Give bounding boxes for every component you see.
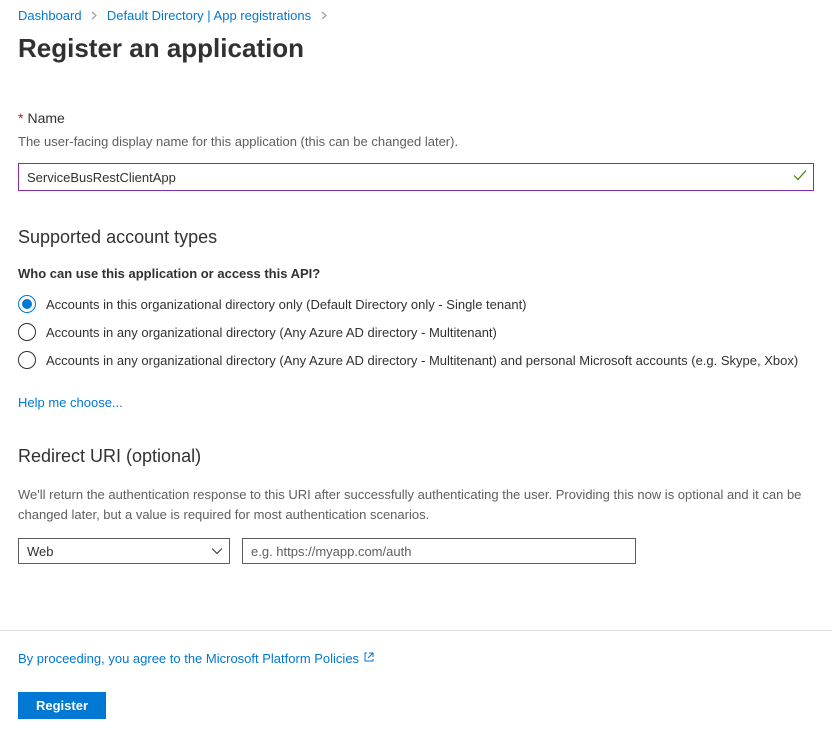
name-input-wrap <box>18 163 814 191</box>
radio-label: Accounts in any organizational directory… <box>46 325 497 340</box>
platform-policies-link[interactable]: By proceeding, you agree to the Microsof… <box>18 651 375 666</box>
radio-label: Accounts in this organizational director… <box>46 297 527 312</box>
name-section: *Name The user-facing display name for t… <box>18 110 814 191</box>
account-types-question: Who can use this application or access t… <box>18 266 814 281</box>
radio-icon <box>18 323 36 341</box>
redirect-uri-input[interactable] <box>242 538 636 564</box>
chevron-right-icon <box>91 11 97 23</box>
account-types-section: Supported account types Who can use this… <box>18 227 814 410</box>
redirect-uri-section: Redirect URI (optional) We'll return the… <box>18 446 814 564</box>
required-star-icon: * <box>18 110 23 126</box>
account-type-option-multitenant-personal[interactable]: Accounts in any organizational directory… <box>18 351 814 369</box>
name-input[interactable] <box>19 164 813 190</box>
account-types-radio-group: Accounts in this organizational director… <box>18 295 814 369</box>
account-types-heading: Supported account types <box>18 227 814 248</box>
breadcrumb: Dashboard Default Directory | App regist… <box>0 0 832 27</box>
account-type-option-multitenant[interactable]: Accounts in any organizational directory… <box>18 323 814 341</box>
footer: By proceeding, you agree to the Microsof… <box>0 631 832 737</box>
redirect-uri-description: We'll return the authentication response… <box>18 485 814 524</box>
breadcrumb-dashboard[interactable]: Dashboard <box>18 8 82 23</box>
breadcrumb-directory[interactable]: Default Directory | App registrations <box>107 8 311 23</box>
platform-select[interactable]: Web <box>18 538 230 564</box>
radio-icon <box>18 295 36 313</box>
name-hint: The user-facing display name for this ap… <box>18 134 814 149</box>
register-button[interactable]: Register <box>18 692 106 719</box>
radio-label: Accounts in any organizational directory… <box>46 353 798 368</box>
external-link-icon <box>363 651 375 666</box>
page-title: Register an application <box>0 27 832 64</box>
chevron-right-icon <box>321 11 327 23</box>
platform-select-value: Web <box>27 544 54 559</box>
redirect-uri-row: Web <box>18 538 814 564</box>
chevron-down-icon <box>211 544 223 559</box>
name-label: *Name <box>18 110 814 126</box>
radio-icon <box>18 351 36 369</box>
account-type-option-single-tenant[interactable]: Accounts in this organizational director… <box>18 295 814 313</box>
checkmark-icon <box>793 170 807 185</box>
redirect-uri-heading: Redirect URI (optional) <box>18 446 814 467</box>
help-me-choose-link[interactable]: Help me choose... <box>18 395 123 410</box>
